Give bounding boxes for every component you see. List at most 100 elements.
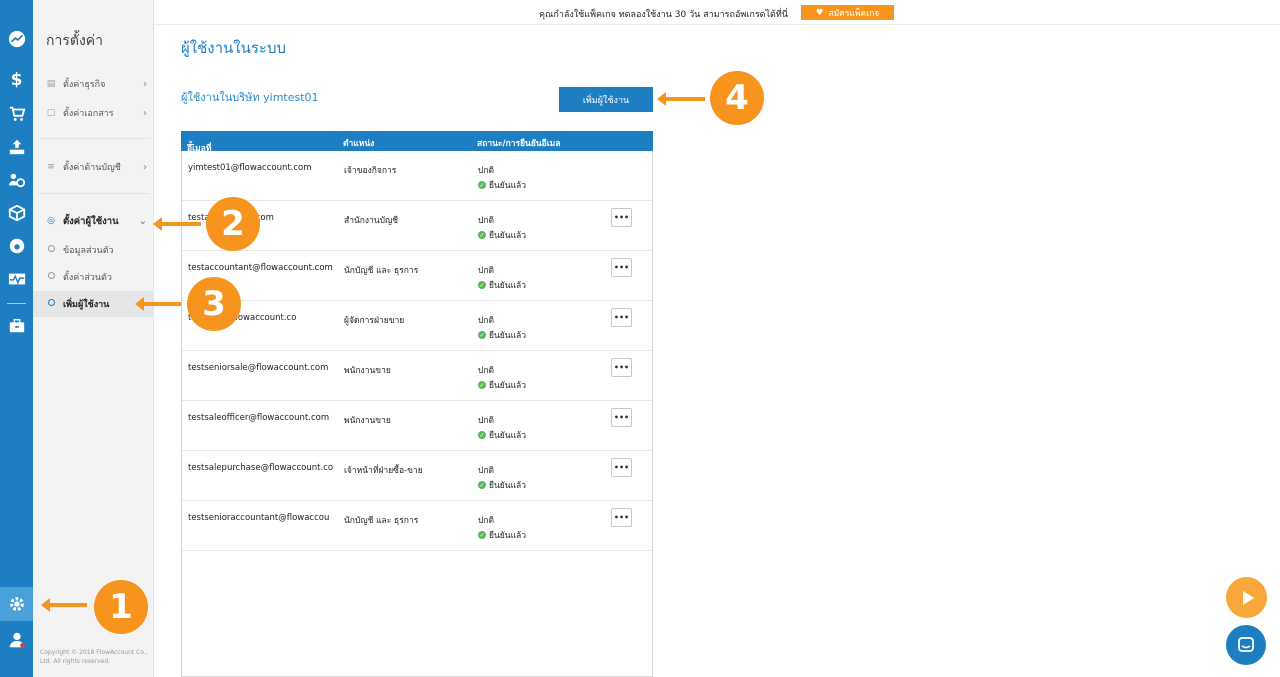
sidebar-title: การตั้งค่า xyxy=(46,33,104,49)
user-status: ปกติ xyxy=(478,366,495,376)
table-row: testsalepurchase@flowaccount.co เจ้าหน้า… xyxy=(182,451,652,501)
user-status: ปกติ xyxy=(478,316,495,326)
company-users-label: ผู้ใช้งานในบริษัท yimtest01 xyxy=(181,91,319,104)
email-confirm-status: ✓ ยืนยันแล้ว xyxy=(478,281,527,291)
row-more-button[interactable]: ••• xyxy=(611,208,632,227)
user-position: เจ้าของกิจการ xyxy=(344,166,397,176)
chevron-right-icon: › xyxy=(143,78,147,90)
activity-chart-icon[interactable] xyxy=(0,266,33,292)
document-icon: ▤ xyxy=(46,79,56,89)
user-position: นักบัญชี และ ธุรการ xyxy=(344,266,419,276)
email-column-header[interactable]: อีเมลที่ใช้งานในระบบ/ชื่อนามสกุล ⌄ xyxy=(187,136,219,224)
sidebar-item-label: ตั้งค่าด้านบัญชี xyxy=(63,163,121,173)
chat-icon xyxy=(1238,637,1254,652)
table-row: testaccountant@flowaccount.com นักบัญชี … xyxy=(182,251,652,301)
row-more-button[interactable]: ••• xyxy=(611,258,632,277)
callout-badge-3: 3 xyxy=(187,277,241,331)
email-confirm-status: ✓ ยืนยันแล้ว xyxy=(478,331,527,341)
position-column-header: ตำแหน่ง xyxy=(343,139,375,149)
box-icon[interactable] xyxy=(0,200,33,226)
circle-bullet-icon xyxy=(46,272,56,282)
row-more-button[interactable]: ••• xyxy=(611,458,632,477)
sidebar-item-document-settings[interactable]: ▢ ตั้งค่าเอกสาร › xyxy=(33,100,153,126)
user-position: นักบัญชี และ ธุรการ xyxy=(344,516,419,526)
user-email: testseniorsale@flowaccount.com xyxy=(188,363,329,373)
play-tutorial-button[interactable] xyxy=(1226,577,1267,618)
sidebar-divider xyxy=(38,138,150,139)
upload-tray-icon[interactable] xyxy=(0,134,33,160)
sidebar-subitem-personal-info[interactable]: ข้อมูลส่วนตัว xyxy=(33,237,153,263)
trial-banner: คุณกำลังใช้แพ็คเกจ ทดลองใช้งาน 30 วัน สา… xyxy=(154,0,1280,25)
callout-arrow xyxy=(135,297,181,311)
sidebar-subitem-personal-settings[interactable]: ตั้งค่าส่วนตัว xyxy=(33,264,153,290)
user-status: ปกติ xyxy=(478,216,495,226)
file-icon: ▢ xyxy=(46,108,56,118)
table-row: testsenioraccountant@flowaccou นักบัญชี … xyxy=(182,501,652,551)
user-status: ปกติ xyxy=(478,266,495,276)
trial-banner-text: คุณกำลังใช้แพ็คเกจ ทดลองใช้งาน 30 วัน สา… xyxy=(539,10,788,20)
subscribe-package-label: สมัครแพ็คเกจ xyxy=(828,8,880,19)
user-status: ปกติ xyxy=(478,416,495,426)
sidebar-item-label: ตั้งค่าผู้ใช้งาน xyxy=(63,215,119,227)
chat-support-button[interactable] xyxy=(1226,625,1266,665)
user-email: yimtest01@flowaccount.com xyxy=(188,163,312,173)
page-title: ผู้ใช้งานในระบบ xyxy=(181,39,287,57)
sidebar-item-user-settings[interactable]: ◎ ตั้งค่าผู้ใช้งาน ⌄ xyxy=(33,208,153,234)
user-status: ปกติ xyxy=(478,466,495,476)
email-confirm-status: ✓ ยืนยันแล้ว xyxy=(478,431,527,441)
row-more-button[interactable]: ••• xyxy=(611,508,632,527)
table-row: te nager@flowaccount.co ผู้จัดการฝ่ายขาย… xyxy=(182,301,652,351)
sidebar-item-business-settings[interactable]: ▤ ตั้งค่าธุรกิจ › xyxy=(33,71,153,97)
sidebar-item-label: ตั้งค่าส่วนตัว xyxy=(63,273,112,283)
cart-icon[interactable] xyxy=(0,101,33,127)
user-position: ผู้จัดการฝ่ายขาย xyxy=(344,316,405,326)
sidebar-item-label: ตั้งค่าเอกสาร xyxy=(63,109,114,119)
row-more-button[interactable]: ••• xyxy=(611,408,632,427)
table-row: testseniorsale@flowaccount.com พนักงานขา… xyxy=(182,351,652,401)
check-circle-icon: ✓ xyxy=(478,181,486,189)
user-email: testsalepurchase@flowaccount.co xyxy=(188,463,334,473)
gear-icon[interactable] xyxy=(0,591,33,617)
heart-icon: ♥ xyxy=(815,7,824,18)
sidebar-item-label: ตั้งค่าธุรกิจ xyxy=(63,80,106,90)
briefcase-icon[interactable] xyxy=(0,313,33,339)
sidebar-item-label: ข้อมูลส่วนตัว xyxy=(63,246,114,256)
sidebar-item-accounting-settings[interactable]: ≡ ตั้งค่าด้านบัญชี › xyxy=(33,154,153,180)
add-user-button[interactable]: เพิ่มผู้ใช้งาน xyxy=(559,87,653,112)
table-header: อีเมลที่ใช้งานในระบบ/ชื่อนามสกุล ⌄ ตำแหน… xyxy=(181,131,653,224)
email-confirm-status: ✓ ยืนยันแล้ว xyxy=(478,381,527,391)
user-profile-icon[interactable] xyxy=(0,627,33,653)
row-more-button[interactable]: ••• xyxy=(611,358,632,377)
user-email: testsaleofficer@flowaccount.com xyxy=(188,413,330,423)
row-more-button[interactable]: ••• xyxy=(611,308,632,327)
user-status: ปกติ xyxy=(478,516,495,526)
user-email: testaccountant@flowaccount.com xyxy=(188,263,333,273)
rail-divider xyxy=(7,303,26,304)
dashboard-icon[interactable] xyxy=(0,26,33,52)
status-column-header: สถานะ/การยืนยันอีเมล xyxy=(477,139,561,149)
gauge-icon[interactable] xyxy=(0,233,33,259)
table-row: testsaleofficer@flowaccount.com พนักงานข… xyxy=(182,401,652,451)
callout-arrow xyxy=(41,598,87,612)
user-position: พนักงานขาย xyxy=(344,416,391,426)
chevron-right-icon: › xyxy=(143,107,147,119)
email-confirm-status: ✓ ยืนยันแล้ว xyxy=(478,231,527,241)
check-circle-icon: ✓ xyxy=(478,431,486,439)
people-settings-icon[interactable] xyxy=(0,167,33,193)
list-icon: ≡ xyxy=(47,162,55,172)
chevron-right-icon: › xyxy=(143,161,147,173)
callout-badge-2: 2 xyxy=(206,197,260,251)
user-position: สำนักงานบัญชี xyxy=(344,216,399,226)
circle-bullet-icon xyxy=(46,299,56,309)
play-icon xyxy=(1242,590,1254,605)
callout-badge-1: 1 xyxy=(94,580,148,634)
copyright-text: Copyright © 2018 FlowAccount Co., Ltd. A… xyxy=(40,649,148,665)
subscribe-package-button[interactable]: ♥ สมัครแพ็คเกจ xyxy=(801,5,894,20)
sidebar-divider xyxy=(38,193,150,194)
dollar-icon[interactable]: $ xyxy=(0,67,33,93)
callout-badge-4: 4 xyxy=(710,71,764,125)
chevron-down-icon: ⌄ xyxy=(138,215,147,227)
sidebar-item-label: เพิ่มผู้ใช้งาน xyxy=(63,300,110,310)
settings-sidebar: การตั้งค่า ▤ ตั้งค่าธุรกิจ › ▢ ตั้งค่าเอ… xyxy=(33,0,153,677)
email-confirm-status: ✓ ยืนยันแล้ว xyxy=(478,531,527,541)
